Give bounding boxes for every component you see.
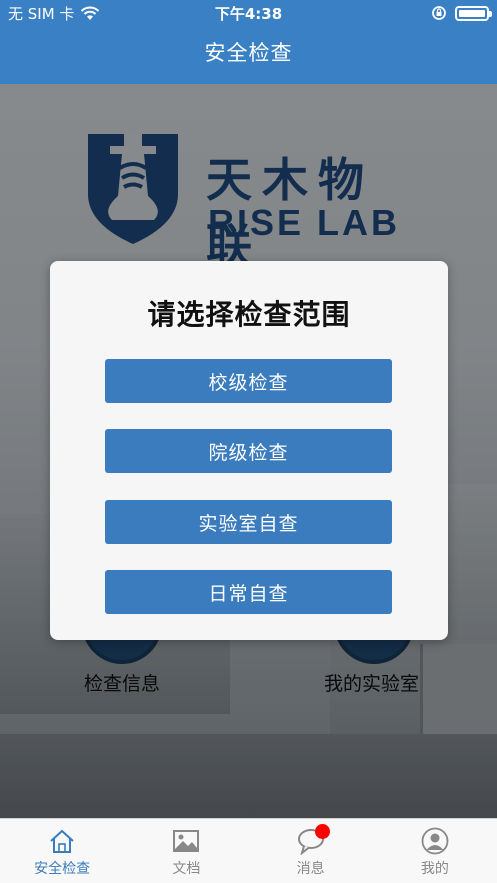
- dialog-title: 请选择检查范围: [147, 298, 351, 331]
- wifi-icon: [81, 6, 100, 20]
- home-icon: [50, 829, 74, 853]
- tab-documents[interactable]: 文档: [124, 819, 248, 883]
- tab-label: 我的: [420, 861, 449, 877]
- rotation-lock-icon: [432, 6, 446, 20]
- lab-self-check-button[interactable]: 实验室自查: [105, 500, 392, 544]
- scope-select-dialog: 请选择检查范围 校级检查 院级检查 实验室自查 日常自查: [50, 261, 448, 640]
- top-bar: 无 SIM 卡 下午4:38 安全检查: [0, 0, 497, 84]
- tab-safety-check[interactable]: 安全检查: [0, 819, 124, 883]
- unread-badge: [314, 824, 330, 839]
- tab-label: 消息: [296, 861, 325, 877]
- tab-profile[interactable]: 我的: [373, 819, 497, 883]
- carrier-label: 无 SIM 卡: [8, 4, 75, 23]
- tab-label: 安全检查: [34, 861, 91, 877]
- tab-messages[interactable]: 消息: [249, 819, 373, 883]
- battery-icon: [455, 5, 492, 21]
- school-check-button[interactable]: 校级检查: [105, 359, 392, 403]
- user-icon: [421, 827, 449, 855]
- status-bar: 无 SIM 卡 下午4:38: [0, 0, 497, 26]
- tab-bar: 安全检查 文档 消息 我的: [0, 818, 497, 883]
- page-title: 安全检查: [204, 41, 293, 65]
- college-check-button[interactable]: 院级检查: [105, 429, 392, 473]
- image-icon: [173, 830, 200, 852]
- daily-self-check-button[interactable]: 日常自查: [105, 570, 392, 614]
- tab-label: 文档: [172, 861, 201, 877]
